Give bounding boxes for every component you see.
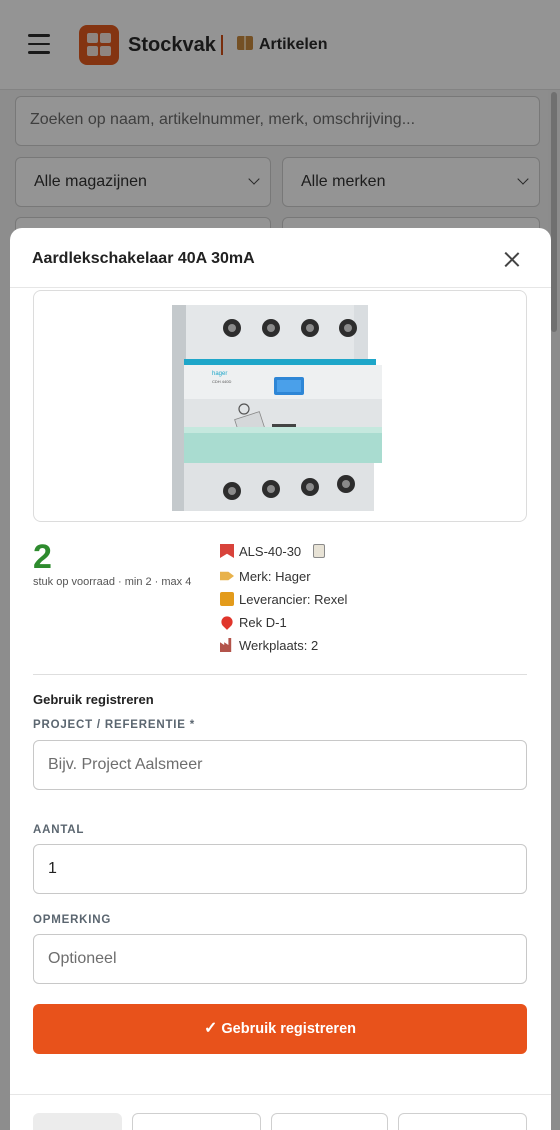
modal-header: Aardlekschakelaar 40A 30mA: [10, 228, 551, 288]
modal-title: Aardlekschakelaar 40A 30mA: [32, 250, 255, 267]
stock-count: 2: [33, 538, 52, 576]
clipboard-icon[interactable]: [313, 544, 326, 558]
product-image-frame: hager CDH 440D: [33, 290, 527, 522]
supplier-text: Leverancier: Rexel: [239, 592, 348, 607]
modal-footer-divider: [10, 1094, 551, 1095]
footer-button-3[interactable]: [271, 1113, 388, 1130]
meta-sku: ALS-40-30: [220, 544, 326, 559]
note-label: OPMERKING: [33, 914, 112, 926]
quantity-label: AANTAL: [33, 824, 85, 836]
note-input[interactable]: Optioneel: [33, 934, 527, 984]
meta-workshop: Werkplaats: 2: [220, 638, 318, 653]
sku-text: ALS-40-30: [239, 544, 302, 559]
checkmark-icon: ✓: [204, 1020, 218, 1037]
article-detail-modal: Aardlekschakelaar 40A 30mA hager CDH 440…: [10, 228, 551, 1130]
project-label: PROJECT / REFERENTIE *: [33, 719, 196, 731]
footer-button-4[interactable]: [398, 1113, 527, 1130]
truck-icon: [220, 592, 234, 606]
quantity-input[interactable]: 1: [33, 844, 527, 894]
product-image: hager CDH 440D: [172, 305, 382, 511]
register-usage-label: Gebruik registreren: [221, 1021, 356, 1037]
factory-icon: [220, 638, 232, 652]
register-usage-button[interactable]: ✓ Gebruik registreren: [33, 1004, 527, 1054]
usage-section-title: Gebruik registreren: [33, 692, 154, 707]
meta-supplier: Leverancier: Rexel: [220, 592, 347, 607]
brand-text: Merk: Hager: [239, 569, 311, 584]
footer-button-1[interactable]: [33, 1113, 122, 1130]
workshop-text: Werkplaats: 2: [239, 638, 319, 653]
project-input[interactable]: Bijv. Project Aalsmeer: [33, 740, 527, 790]
location-pin-icon: [219, 614, 235, 630]
product-model-text: CDH 440D: [212, 379, 231, 384]
meta-brand: Merk: Hager: [220, 569, 311, 584]
footer-button-2[interactable]: [132, 1113, 261, 1130]
stock-subtitle: stuk op voorraad · min 2 · max 4: [33, 576, 192, 588]
tag-icon: [220, 571, 234, 581]
close-icon[interactable]: [500, 248, 524, 272]
section-divider: [33, 674, 527, 675]
meta-location: Rek D-1: [219, 614, 287, 630]
product-brand-text: hager: [212, 371, 227, 377]
bookmark-icon: [220, 544, 234, 558]
location-text: Rek D-1: [239, 615, 287, 630]
